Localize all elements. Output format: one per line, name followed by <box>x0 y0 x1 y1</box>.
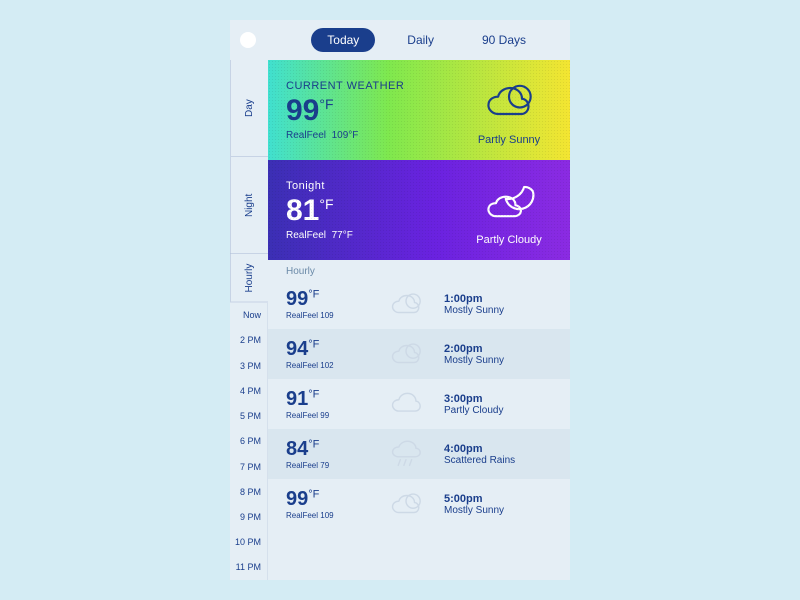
hourly-time: 1:00pm <box>444 293 556 305</box>
current-condition: Partly Sunny <box>464 134 554 146</box>
rail-tick: 6 PM <box>230 429 268 454</box>
partly-sunny-icon <box>483 75 535 127</box>
tonight-panel[interactable]: Tonight 81°F RealFeel 77°F Partly Cloudy <box>268 160 570 260</box>
rail-tick: 3 PM <box>230 353 268 378</box>
rail-tick: 10 PM <box>230 530 268 555</box>
hourly-row[interactable]: 99°F RealFeel 109 5:00pm Mostly Sunny <box>268 479 570 529</box>
hourly-realfeel: RealFeel 102 <box>286 361 382 370</box>
rail-tick: Now <box>230 303 268 328</box>
current-realfeel: RealFeel 109°F <box>286 130 464 141</box>
partly-cloudy-night-icon <box>483 175 535 227</box>
rail-tick: 11 PM <box>230 555 268 580</box>
time-rail: Day Night Hourly Now 2 PM 3 PM 4 PM 5 PM… <box>230 60 268 580</box>
hourly-heading: Hourly <box>268 260 570 279</box>
weather-app: Today Daily 90 Days Day Night Hourly Now… <box>230 20 570 580</box>
hourly-row[interactable]: 99°F RealFeel 109 1:00pm Mostly Sunny <box>268 279 570 329</box>
hourly-list[interactable]: 99°F RealFeel 109 1:00pm Mostly Sunny 94… <box>268 279 570 529</box>
rain-icon <box>389 437 423 471</box>
hourly-condition: Mostly Sunny <box>444 505 556 516</box>
rail-tick: 7 PM <box>230 454 268 479</box>
hourly-time: 4:00pm <box>444 443 556 455</box>
rail-tick: 4 PM <box>230 378 268 403</box>
tonight-label: Tonight <box>286 180 464 192</box>
rail-segment-hourly[interactable]: Hourly <box>230 254 268 303</box>
menu-dot[interactable] <box>240 32 256 48</box>
hourly-time: 2:00pm <box>444 343 556 355</box>
mostly-sunny-icon <box>389 487 423 521</box>
tonight-realfeel: RealFeel 77°F <box>286 230 464 241</box>
mostly-sunny-icon <box>389 337 423 371</box>
partly-cloudy-icon <box>389 387 423 421</box>
tab-90days[interactable]: 90 Days <box>466 28 542 52</box>
tonight-temp: 81°F <box>286 194 464 228</box>
hourly-time: 3:00pm <box>444 393 556 405</box>
hourly-condition: Mostly Sunny <box>444 305 556 316</box>
hourly-realfeel: RealFeel 109 <box>286 311 382 320</box>
current-label: CURRENT WEATHER <box>286 80 464 92</box>
hourly-row[interactable]: 91°F RealFeel 99 3:00pm Partly Cloudy <box>268 379 570 429</box>
rail-segment-night[interactable]: Night <box>230 157 268 254</box>
tonight-condition: Partly Cloudy <box>464 234 554 246</box>
hourly-condition: Partly Cloudy <box>444 405 556 416</box>
rail-tick: 5 PM <box>230 403 268 428</box>
hourly-row[interactable]: 94°F RealFeel 102 2:00pm Mostly Sunny <box>268 329 570 379</box>
hourly-condition: Mostly Sunny <box>444 355 556 366</box>
current-temp: 99°F <box>286 94 464 128</box>
current-weather-panel[interactable]: CURRENT WEATHER 99°F RealFeel 109°F Part… <box>268 60 570 160</box>
hourly-realfeel: RealFeel 79 <box>286 461 382 470</box>
top-tabs: Today Daily 90 Days <box>230 20 570 60</box>
mostly-sunny-icon <box>389 287 423 321</box>
rail-segment-day[interactable]: Day <box>230 60 268 157</box>
rail-tick: 2 PM <box>230 328 268 353</box>
rail-tick: 8 PM <box>230 479 268 504</box>
hourly-condition: Scattered Rains <box>444 455 556 466</box>
tab-daily[interactable]: Daily <box>391 28 450 52</box>
hourly-realfeel: RealFeel 99 <box>286 411 382 420</box>
tab-today[interactable]: Today <box>311 28 375 52</box>
rail-tick: 9 PM <box>230 504 268 529</box>
hourly-time: 5:00pm <box>444 493 556 505</box>
hourly-row[interactable]: 84°F RealFeel 79 4:00pm Scattered Rains <box>268 429 570 479</box>
main-content: CURRENT WEATHER 99°F RealFeel 109°F Part… <box>268 60 570 580</box>
hourly-realfeel: RealFeel 109 <box>286 511 382 520</box>
